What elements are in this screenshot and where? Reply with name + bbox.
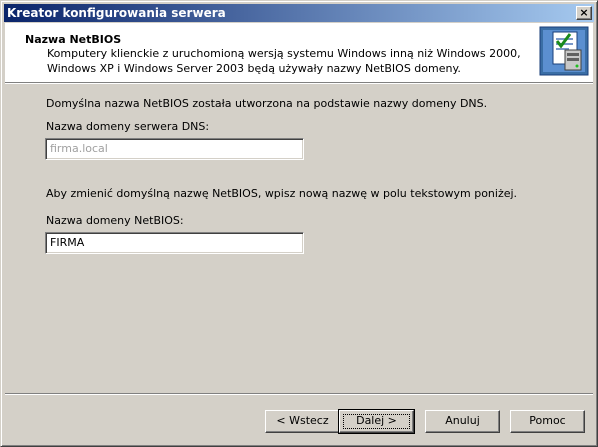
page-title: Nazwa NetBIOS (25, 33, 122, 46)
netbios-domain-value: FIRMA (50, 236, 85, 249)
title-bar[interactable]: Kreator konfigurowania serwera × (4, 4, 594, 22)
cancel-button[interactable]: Anuluj (425, 410, 500, 433)
next-button[interactable]: Dalej > (338, 409, 415, 434)
page-description: Komputery klienckie z uruchomioną wersją… (47, 47, 521, 75)
dns-domain-field: firma.local (45, 138, 304, 160)
close-button[interactable]: × (576, 6, 592, 20)
netbios-domain-input[interactable]: FIRMA (45, 232, 304, 254)
header-separator (5, 82, 593, 84)
intro-text: Domyślna nazwa NetBIOS została utworzona… (46, 97, 488, 110)
dns-domain-value: firma.local (50, 142, 108, 155)
back-button[interactable]: < Wstecz (265, 410, 340, 433)
close-icon: × (579, 6, 589, 19)
help-button[interactable]: Pomoc (510, 410, 585, 433)
netbios-domain-label: Nazwa domeny NetBIOS: (46, 214, 184, 227)
server-wizard-icon (539, 26, 589, 76)
footer-separator (5, 393, 593, 395)
wizard-window: Kreator konfigurowania serwera × Nazwa N… (0, 0, 598, 447)
window-title: Kreator konfigurowania serwera (7, 6, 226, 20)
change-hint-text: Aby zmienić domyślną nazwę NetBIOS, wpis… (46, 187, 518, 200)
dns-domain-label: Nazwa domeny serwera DNS: (46, 120, 210, 133)
wizard-header: Nazwa NetBIOS Komputery klienckie z uruc… (5, 23, 593, 82)
